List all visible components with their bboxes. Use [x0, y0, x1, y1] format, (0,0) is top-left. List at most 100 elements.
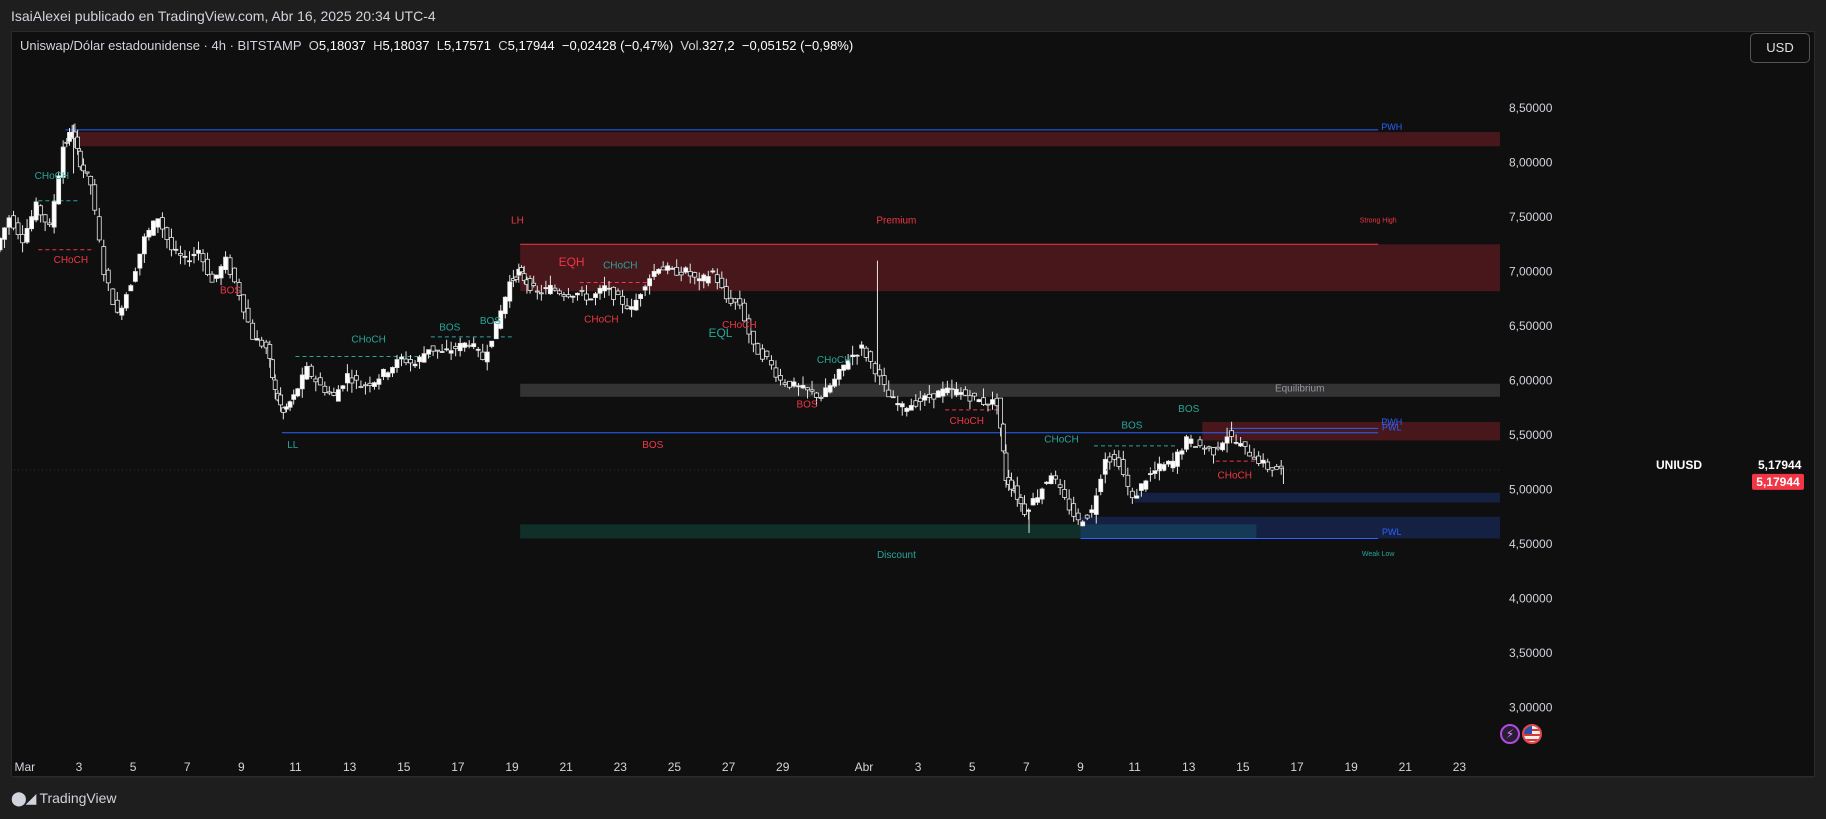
candle-body[interactable]: [705, 276, 711, 284]
candle-body[interactable]: [272, 379, 278, 390]
candle-body[interactable]: [710, 270, 716, 273]
candle-body[interactable]: [110, 288, 116, 306]
candle-body[interactable]: [417, 356, 422, 363]
candle-body[interactable]: [84, 171, 90, 174]
candle-body[interactable]: [0, 237, 3, 251]
candle-body[interactable]: [534, 290, 540, 293]
candle-body[interactable]: [1197, 439, 1203, 447]
price-chart[interactable]: CHoCHCHoCHBOSCHoCHBOSBOSLL BOSLHEQH CHoCHC…: [0, 0, 1826, 819]
candle-body[interactable]: [335, 389, 341, 402]
candle-body[interactable]: [245, 307, 251, 323]
candle-body[interactable]: [890, 396, 896, 399]
candle-body[interactable]: [624, 305, 630, 309]
candle-body[interactable]: [214, 274, 219, 279]
candle-body[interactable]: [1062, 489, 1068, 498]
candle-body[interactable]: [1071, 503, 1077, 517]
candle-body[interactable]: [1057, 484, 1063, 488]
candle-body[interactable]: [782, 382, 788, 385]
candle-body[interactable]: [349, 377, 355, 384]
candle-body[interactable]: [187, 260, 192, 263]
candle-body[interactable]: [827, 385, 833, 393]
candle-body[interactable]: [692, 272, 698, 278]
candle-body[interactable]: [1107, 456, 1113, 463]
candle-body[interactable]: [1166, 460, 1171, 465]
candle-body[interactable]: [308, 365, 314, 377]
candle-body[interactable]: [376, 378, 382, 385]
candle-body[interactable]: [1206, 446, 1212, 449]
candle-body[interactable]: [137, 253, 143, 269]
candle-body[interactable]: [200, 253, 206, 263]
candle-body[interactable]: [800, 384, 806, 389]
candle-body[interactable]: [669, 267, 675, 270]
candle-body[interactable]: [877, 369, 883, 377]
candle-body[interactable]: [1278, 465, 1284, 469]
candle-body[interactable]: [895, 403, 901, 406]
candle-body[interactable]: [1211, 447, 1216, 456]
candle-body[interactable]: [278, 394, 284, 406]
candle-body[interactable]: [218, 266, 224, 279]
candle-body[interactable]: [453, 346, 459, 349]
candle-body[interactable]: [728, 297, 734, 304]
candle-body[interactable]: [160, 217, 165, 230]
candle-body[interactable]: [687, 271, 693, 277]
candle-body[interactable]: [1048, 475, 1054, 485]
candle-body[interactable]: [683, 267, 689, 273]
candle-body[interactable]: [904, 407, 910, 412]
candle-body[interactable]: [606, 287, 612, 290]
candle-body[interactable]: [141, 236, 147, 255]
candle-body[interactable]: [259, 339, 265, 347]
candle-body[interactable]: [1030, 498, 1036, 506]
candle-body[interactable]: [227, 257, 233, 275]
candle-body[interactable]: [47, 222, 53, 226]
candle-body[interactable]: [439, 351, 445, 353]
candle-body[interactable]: [1102, 459, 1108, 475]
candle-body[interactable]: [88, 175, 94, 186]
candle-body[interactable]: [295, 388, 301, 397]
candle-body[interactable]: [232, 267, 237, 283]
candle-body[interactable]: [77, 150, 83, 168]
candle-body[interactable]: [629, 306, 634, 310]
candle-body[interactable]: [1170, 460, 1176, 469]
candle-body[interactable]: [1003, 452, 1009, 482]
candle-body[interactable]: [859, 344, 865, 349]
candle-body[interactable]: [513, 276, 519, 280]
candle-body[interactable]: [75, 136, 81, 149]
candle-body[interactable]: [1129, 490, 1135, 499]
candle-body[interactable]: [1009, 479, 1014, 490]
candle-body[interactable]: [20, 234, 25, 244]
candle-body[interactable]: [863, 347, 869, 358]
candle-body[interactable]: [24, 228, 30, 243]
candle-body[interactable]: [899, 403, 905, 408]
candle-body[interactable]: [791, 381, 797, 387]
candle-body[interactable]: [462, 342, 468, 348]
candle-body[interactable]: [480, 351, 486, 361]
candle-body[interactable]: [575, 292, 580, 296]
candle-body[interactable]: [457, 343, 463, 352]
candle-body[interactable]: [1053, 475, 1059, 480]
candle-body[interactable]: [38, 205, 44, 216]
candle-body[interactable]: [299, 374, 305, 390]
candle-body[interactable]: [390, 367, 395, 374]
candle-body[interactable]: [64, 141, 70, 144]
candle-body[interactable]: [344, 373, 350, 384]
candle-body[interactable]: [818, 397, 824, 399]
candle-body[interactable]: [354, 375, 359, 381]
candle-body[interactable]: [1018, 497, 1024, 505]
candle-body[interactable]: [412, 363, 418, 367]
candle-body[interactable]: [304, 366, 310, 380]
candle-body[interactable]: [660, 266, 666, 271]
candle-body[interactable]: [421, 353, 427, 363]
candle-body[interactable]: [588, 298, 594, 301]
candle-body[interactable]: [1152, 470, 1158, 474]
candle-body[interactable]: [854, 354, 860, 357]
candle-body[interactable]: [611, 286, 616, 300]
candle-body[interactable]: [787, 380, 792, 388]
candle-body[interactable]: [557, 290, 562, 295]
candle-body[interactable]: [448, 350, 454, 354]
candle-body[interactable]: [1022, 503, 1027, 515]
candle-body[interactable]: [403, 358, 409, 364]
candle-body[interactable]: [719, 277, 725, 289]
candle-body[interactable]: [1265, 461, 1271, 470]
symbol-name[interactable]: Uniswap/Dólar estadounidense · 4h · BITS…: [20, 38, 302, 53]
candle-body[interactable]: [602, 285, 607, 292]
